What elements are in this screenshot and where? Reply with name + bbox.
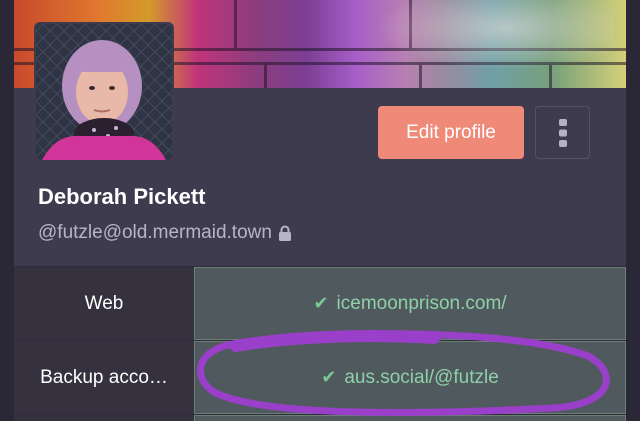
verified-check-icon: ✔ <box>321 367 337 387</box>
more-options-button[interactable] <box>535 106 590 159</box>
avatar-photo <box>36 24 172 160</box>
profile-card: Edit profile Deborah Pickett @futzle@old… <box>14 0 626 421</box>
field-label: Backup acco… <box>14 341 194 414</box>
edit-profile-button[interactable]: Edit profile <box>378 106 524 159</box>
field-value-link[interactable]: ✔ icemoonprison.com/ <box>194 267 626 340</box>
field-value-link[interactable]: ✔ aus.social/@futzle <box>194 341 626 414</box>
verified-check-icon: ✔ <box>313 293 329 313</box>
account-handle: @futzle@old.mermaid.town <box>38 222 272 243</box>
avatar[interactable] <box>34 22 174 162</box>
vertical-ellipsis-icon <box>558 118 567 147</box>
field-label: Web <box>14 267 194 340</box>
field-value-text: aus.social/@futzle <box>344 366 499 388</box>
field-row <box>14 414 626 421</box>
lock-icon <box>278 225 291 241</box>
profile-fields: Web ✔ icemoonprison.com/ Backup acco… ✔ … <box>14 266 626 421</box>
display-name: Deborah Pickett <box>38 184 206 209</box>
field-row: Backup acco… ✔ aus.social/@futzle <box>14 340 626 414</box>
account-handle-row: @futzle@old.mermaid.town <box>38 222 292 244</box>
field-row: Web ✔ icemoonprison.com/ <box>14 266 626 340</box>
field-value-text: icemoonprison.com/ <box>336 292 507 314</box>
